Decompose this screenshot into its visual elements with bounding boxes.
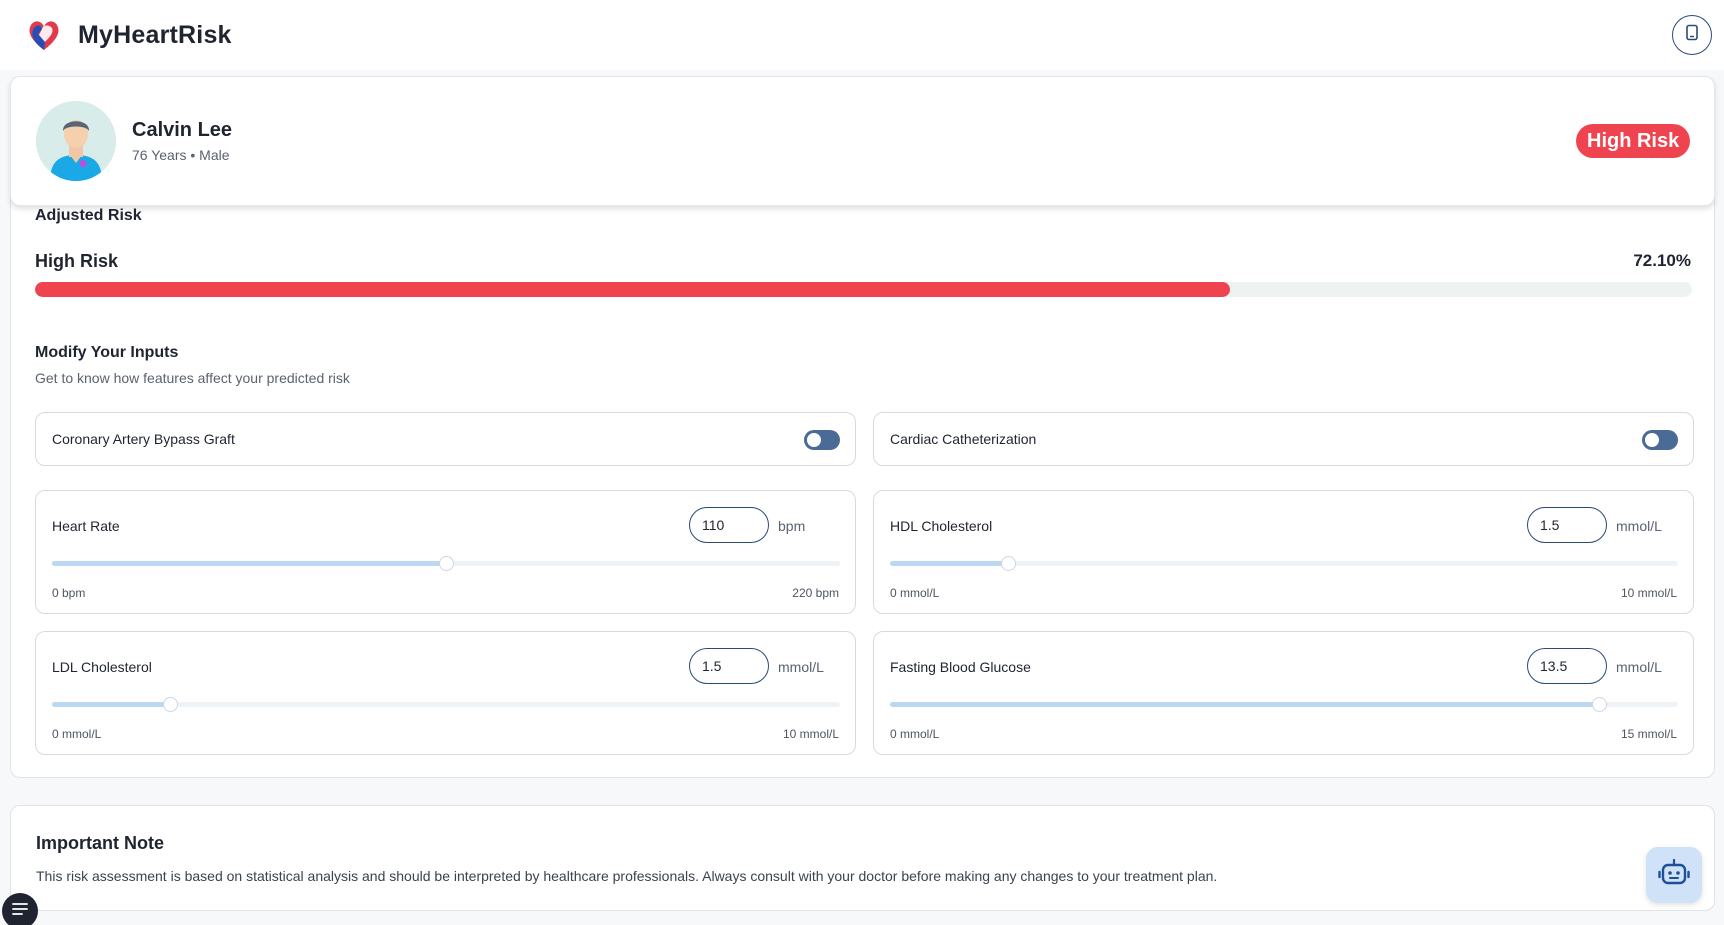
slider-card-hdl: HDL Cholesterol 1.5 mmol/L 0 mmol/L 10 m…	[873, 490, 1694, 614]
important-note: Important Note This risk assessment is b…	[10, 805, 1715, 911]
hdl-slider[interactable]	[890, 556, 1678, 571]
risk-progress-fill	[35, 282, 1230, 297]
slider-thumb[interactable]	[1592, 697, 1608, 712]
slider-min-label: 0 mmol/L	[890, 586, 940, 600]
slider-max-label: 220 bpm	[792, 586, 839, 600]
slider-thumb[interactable]	[439, 556, 454, 571]
slider-fill	[890, 561, 1009, 566]
slider-max-label: 10 mmol/L	[782, 727, 839, 741]
toggle-card-cabg: Coronary Artery Bypass Graft	[35, 412, 856, 466]
glucose-input[interactable]: 13.5	[1527, 648, 1607, 684]
risk-progress-bar	[35, 282, 1692, 297]
patient-name: Calvin Lee	[132, 119, 233, 141]
cabg-toggle[interactable]	[804, 430, 840, 450]
app-title: MyHeartRisk	[78, 20, 232, 49]
risk-level: High Risk	[35, 251, 119, 271]
toggle-knob	[1645, 433, 1659, 447]
patient-details: 76 Years • Male	[132, 147, 230, 163]
adjusted-risk-label: Adjusted Risk	[35, 207, 142, 224]
menu-icon	[11, 902, 29, 921]
heart-rate-slider[interactable]	[52, 556, 840, 571]
glucose-slider[interactable]	[890, 697, 1678, 712]
risk-percent: 72.10%	[1633, 251, 1691, 270]
slider-card-glucose: Fasting Blood Glucose 13.5 mmol/L 0 mmol…	[873, 631, 1694, 755]
note-title: Important Note	[36, 833, 164, 853]
catheterization-toggle[interactable]	[1642, 430, 1678, 450]
toggle-knob	[807, 433, 821, 447]
slider-unit: mmol/L	[1616, 659, 1662, 675]
patient-profile: Calvin Lee 76 Years • Male High Risk	[10, 76, 1715, 206]
tablet-button[interactable]	[1672, 15, 1712, 55]
slider-thumb[interactable]	[163, 697, 179, 712]
slider-label: HDL Cholesterol	[890, 518, 993, 534]
avatar	[36, 101, 116, 181]
menu-button[interactable]	[2, 893, 38, 925]
slider-min-label: 0 mmol/L	[52, 727, 102, 741]
slider-max-label: 10 mmol/L	[1620, 586, 1677, 600]
heart-logo-icon	[25, 16, 63, 54]
note-text: This risk assessment is based on statist…	[36, 868, 1218, 884]
top-bar: MyHeartRisk	[0, 0, 1724, 70]
slider-thumb[interactable]	[1001, 556, 1017, 571]
heart-rate-input[interactable]: 110	[689, 507, 769, 543]
slider-fill	[52, 561, 446, 566]
slider-card-heart-rate: Heart Rate 110 bpm 0 bpm 220 bpm	[35, 490, 856, 614]
ldl-slider[interactable]	[52, 697, 840, 712]
slider-label: Fasting Blood Glucose	[890, 659, 1031, 675]
slider-unit: mmol/L	[1616, 518, 1662, 534]
tablet-icon	[1684, 24, 1700, 47]
slider-fill	[52, 702, 171, 707]
toggle-label: Cardiac Catheterization	[890, 431, 1037, 447]
slider-label: Heart Rate	[52, 518, 120, 534]
slider-unit: bpm	[778, 518, 806, 534]
brand[interactable]: MyHeartRisk	[25, 16, 232, 54]
risk-badge: High Risk	[1576, 124, 1691, 158]
hdl-input[interactable]: 1.5	[1527, 507, 1607, 543]
slider-fill	[890, 702, 1600, 707]
modify-inputs-title: Modify Your Inputs	[35, 344, 179, 361]
slider-max-label: 15 mmol/L	[1620, 727, 1677, 741]
slider-min-label: 0 bpm	[52, 586, 86, 600]
slider-card-ldl: LDL Cholesterol 1.5 mmol/L 0 mmol/L 10 m…	[35, 631, 856, 755]
slider-label: LDL Cholesterol	[52, 659, 152, 675]
toggle-card-catheterization: Cardiac Catheterization	[873, 412, 1694, 466]
chatbot-button[interactable]	[1646, 847, 1702, 903]
slider-min-label: 0 mmol/L	[890, 727, 940, 741]
ldl-input[interactable]: 1.5	[689, 648, 769, 684]
modify-inputs-subtitle: Get to know how features affect your pre…	[35, 370, 350, 386]
toggle-label: Coronary Artery Bypass Graft	[52, 431, 235, 447]
slider-unit: mmol/L	[778, 659, 824, 675]
robot-icon	[1658, 858, 1690, 893]
